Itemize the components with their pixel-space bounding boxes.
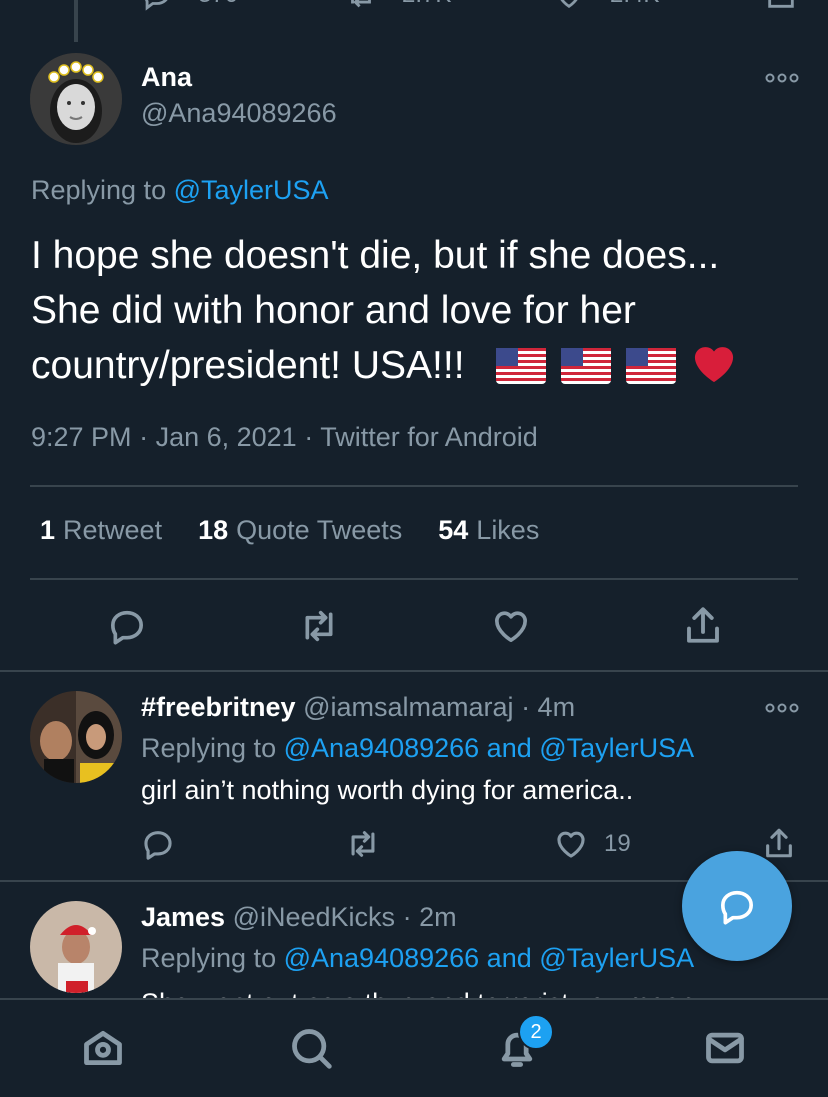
retweet-icon (351, 831, 375, 857)
nav-search[interactable] (288, 1026, 334, 1070)
divider (30, 578, 798, 580)
share-icon (766, 828, 792, 858)
reply-share-button[interactable] (762, 825, 796, 861)
more-options-icon[interactable] (765, 71, 799, 85)
previous-like-count: 2.4K (610, 0, 659, 9)
tweet-date: Jan 6, 2021 (155, 422, 297, 452)
previous-share-action[interactable] (764, 0, 798, 12)
reply-reply-button[interactable] (141, 827, 175, 861)
retweet-icon (305, 610, 333, 642)
retweets-label: Retweet (63, 515, 163, 545)
reply-header: James @iNeedKicks · 2m (141, 902, 457, 933)
reply-profile-photo (30, 691, 122, 783)
nav-messages[interactable] (702, 1026, 748, 1070)
share-icon (687, 607, 719, 643)
thread-line (74, 0, 78, 42)
compose-button[interactable] (682, 851, 792, 961)
reply-author-name[interactable]: #freebritney (141, 692, 296, 722)
tweet-text-line-with-emoji: country/president! USA!!! (31, 338, 801, 393)
quotes-count: 18 (198, 515, 229, 545)
heart-icon (494, 611, 528, 642)
tweet-source[interactable]: Twitter for Android (320, 422, 538, 452)
mail-icon (706, 1032, 744, 1064)
replying-prefix: Replying to (141, 733, 284, 763)
reply-time: · 2m (402, 902, 457, 932)
reply-header: #freebritney @iamsalmamaraj · 4m (141, 692, 575, 723)
share-button[interactable] (682, 604, 724, 646)
author-name[interactable]: Ana (141, 62, 192, 93)
reply-author-name[interactable]: James (141, 902, 225, 932)
bottom-navigation: 2 (0, 998, 828, 1097)
previous-reply-action[interactable]: 370 (140, 0, 238, 12)
reply-icon (111, 610, 144, 645)
meta-separator: · (131, 422, 156, 452)
divider (0, 670, 828, 672)
retweet-button[interactable] (297, 606, 341, 646)
reply-like-count: 19 (604, 830, 631, 857)
profile-photo (30, 53, 122, 145)
reply-replying-to: Replying to @Ana94089266 and @TaylerUSA (141, 943, 694, 974)
reply-icon (144, 831, 172, 860)
search-icon (292, 1029, 332, 1069)
reply-avatar[interactable] (30, 901, 122, 993)
previous-tweet-actions: 370 2.7K 2.4K (0, 0, 828, 42)
likes-stat[interactable]: 54 Likes (438, 515, 539, 546)
replying-to-link[interactable]: @TaylerUSA (174, 175, 329, 205)
reply-text-truncated: She went out as a thug and terrorist you… (141, 984, 695, 998)
reply-text: She went out as a thug and terrorist you… (141, 988, 695, 998)
replying-to-link[interactable]: @Ana94089266 and @TaylerUSA (284, 943, 695, 973)
previous-retweet-action[interactable]: 2.7K (344, 0, 451, 12)
replying-prefix: Replying to (141, 943, 284, 973)
reply-button[interactable] (107, 606, 147, 646)
quotes-label: Quote Tweets (236, 515, 403, 545)
like-button[interactable] (491, 606, 531, 646)
previous-reply-count: 370 (198, 0, 238, 9)
reply-author-handle[interactable]: @iNeedKicks (233, 902, 395, 932)
reply-icon (145, 0, 168, 11)
reply-profile-photo (30, 901, 122, 993)
author-handle[interactable]: @Ana94089266 (141, 98, 337, 129)
retweets-count: 1 (40, 515, 56, 545)
reply-time: · 4m (521, 692, 576, 722)
avatar[interactable] (30, 53, 122, 145)
tweet-time: 9:27 PM (31, 422, 132, 452)
reply-replying-to: Replying to @Ana94089266 and @TaylerUSA (141, 733, 694, 764)
tweet-text: I hope she doesn't die, but if she does.… (31, 228, 801, 393)
home-icon (84, 1030, 122, 1066)
meta-separator: · (296, 422, 321, 452)
divider (30, 485, 798, 487)
nav-home[interactable] (80, 1026, 126, 1070)
us-flag-icon (625, 348, 676, 384)
previous-retweet-count: 2.7K (402, 0, 451, 9)
tweet-text-line: I hope she doesn't die, but if she does.… (31, 234, 720, 277)
reply-avatar[interactable] (30, 691, 122, 783)
notification-badge: 2 (518, 1014, 554, 1050)
more-options-icon[interactable] (765, 701, 799, 715)
quote-tweets-stat[interactable]: 18 Quote Tweets (198, 515, 402, 546)
us-flag-icon (496, 348, 547, 384)
likes-label: Likes (476, 515, 540, 545)
replying-to-link[interactable]: @Ana94089266 and @TaylerUSA (284, 733, 695, 763)
retweets-stat[interactable]: 1 Retweet (40, 515, 162, 546)
red-heart-icon (694, 347, 733, 383)
tweet-stats: 1 Retweet 18 Quote Tweets 54 Likes (40, 515, 539, 546)
reply-text: girl ain’t nothing worth dying for ameri… (141, 775, 634, 805)
reply-author-handle[interactable]: @iamsalmamaraj (303, 692, 513, 722)
replying-prefix: Replying to (31, 175, 174, 205)
us-flag-icon (561, 348, 612, 384)
reply-retweet-button[interactable] (344, 827, 382, 861)
compose-icon (721, 890, 753, 925)
previous-like-action[interactable]: 2.4K (552, 0, 659, 12)
reply-like-button[interactable]: 19 (554, 827, 631, 861)
tweet-text-line: country/president! USA!!! (31, 344, 465, 387)
heart-icon (557, 831, 585, 858)
heart-icon (560, 0, 578, 9)
likes-count: 54 (438, 515, 469, 545)
replying-to: Replying to @TaylerUSA (31, 175, 329, 206)
retweet-icon (351, 0, 371, 8)
tweet-text-line: She did with honor and love for her (31, 289, 636, 332)
tweet-meta: 9:27 PM · Jan 6, 2021 · Twitter for Andr… (31, 422, 538, 453)
share-icon (768, 0, 794, 8)
